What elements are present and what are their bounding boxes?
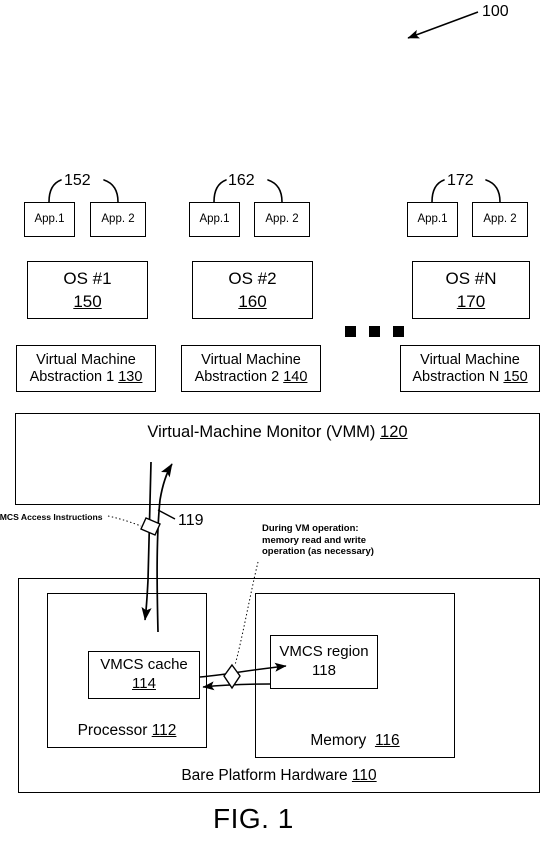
vm-abstraction-box-n: Virtual Machine Abstraction N 150 bbox=[400, 345, 540, 392]
vm-line2-text: Abstraction 2 bbox=[194, 369, 280, 385]
os-box-2: OS #2 160 bbox=[192, 261, 313, 319]
vmcs-cache-label: VMCS cache bbox=[100, 656, 188, 674]
vm-line2-text: Abstraction 1 bbox=[29, 369, 115, 385]
system-reference-label: 100 bbox=[482, 3, 509, 20]
os-name: OS #2 bbox=[228, 269, 277, 289]
hardware-label-text: Bare Platform Hardware bbox=[181, 766, 348, 784]
vmm-label: Virtual-Machine Monitor (VMM) 120 bbox=[147, 423, 407, 441]
app-bracket-ref-n: 172 bbox=[447, 172, 474, 189]
vmcs-cache-ref: 114 bbox=[132, 675, 156, 692]
processor-label-text: Processor bbox=[77, 721, 148, 739]
figure-caption: FIG. 1 bbox=[213, 803, 294, 834]
vm-abstraction-box-1: Virtual Machine Abstraction 1 130 bbox=[16, 345, 156, 392]
vm-ref: 130 bbox=[118, 369, 143, 385]
vm-line2: Abstraction 1 130 bbox=[30, 369, 143, 385]
app-box-1-1: App.1 bbox=[24, 202, 75, 237]
patent-figure-1: 100 152 App.1 App. 2 OS #1 150 Virtual M… bbox=[0, 0, 548, 847]
vmcs-region-box: VMCS region 118 bbox=[270, 635, 378, 689]
processor-label: Processor 112 bbox=[78, 722, 177, 739]
os-ref: 170 bbox=[456, 291, 486, 311]
vm-ref: 140 bbox=[283, 369, 308, 385]
os-ref: 150 bbox=[73, 291, 102, 311]
vmcs-access-ref-label: 119 bbox=[178, 512, 204, 529]
vmm-ref: 120 bbox=[380, 423, 408, 441]
hardware-ref: 110 bbox=[351, 766, 377, 784]
vmcs-access-ref-leader bbox=[157, 509, 176, 520]
vmcs-cache-box: VMCS cache 114 bbox=[88, 651, 200, 699]
app-label: App.1 bbox=[417, 213, 448, 226]
app-label: App.1 bbox=[34, 213, 65, 226]
vm-line1: Virtual Machine bbox=[201, 351, 301, 368]
processor-ref: 112 bbox=[151, 721, 177, 739]
hardware-label: Bare Platform Hardware 110 bbox=[181, 767, 376, 784]
memory-operation-note: During VM operation: memory read and wri… bbox=[262, 523, 374, 558]
vmm-label-text: Virtual-Machine Monitor (VMM) bbox=[147, 423, 376, 441]
ellipsis-dot bbox=[345, 326, 356, 337]
os-name: OS #N bbox=[445, 269, 497, 289]
system-lead-arrow bbox=[407, 11, 479, 39]
ellipsis-dots bbox=[345, 326, 404, 337]
vmcs-access-instructions-note: VMCS Access Instructions bbox=[0, 512, 103, 522]
vmcs-region-label: VMCS region bbox=[279, 643, 369, 661]
app-box-n-1: App.1 bbox=[407, 202, 458, 237]
vm-line2: Abstraction N 150 bbox=[412, 369, 527, 385]
app-label: App. 2 bbox=[483, 213, 517, 226]
vm-line1: Virtual Machine bbox=[36, 351, 136, 368]
vmcs-access-leader bbox=[107, 515, 142, 527]
memory-ref: 116 bbox=[374, 731, 400, 749]
vm-abstraction-box-2: Virtual Machine Abstraction 2 140 bbox=[181, 345, 321, 392]
app-bracket-ref-2: 162 bbox=[228, 172, 255, 189]
vm-line2-text: Abstraction N bbox=[412, 369, 500, 385]
app-label: App. 2 bbox=[265, 213, 299, 226]
os-name: OS #1 bbox=[63, 269, 112, 289]
app-box-n-2: App. 2 bbox=[472, 202, 528, 237]
app-box-2-1: App.1 bbox=[189, 202, 240, 237]
ellipsis-dot bbox=[369, 326, 380, 337]
vmm-box: Virtual-Machine Monitor (VMM) 120 bbox=[15, 413, 540, 505]
app-box-1-2: App. 2 bbox=[90, 202, 146, 237]
app-bracket-ref-1: 152 bbox=[64, 172, 91, 189]
app-label: App. 2 bbox=[101, 213, 135, 226]
vmcs-region-ref: 118 bbox=[312, 662, 336, 679]
os-box-1: OS #1 150 bbox=[27, 261, 148, 319]
vm-ref: 150 bbox=[503, 369, 528, 385]
app-label: App.1 bbox=[199, 213, 230, 226]
app-box-2-2: App. 2 bbox=[254, 202, 310, 237]
os-box-n: OS #N 170 bbox=[412, 261, 530, 319]
ellipsis-dot bbox=[393, 326, 404, 337]
memory-label: Memory 116 bbox=[310, 732, 399, 749]
os-ref: 160 bbox=[238, 291, 267, 311]
vm-line2: Abstraction 2 140 bbox=[195, 369, 308, 385]
vm-line1: Virtual Machine bbox=[420, 351, 520, 368]
memory-label-text: Memory bbox=[310, 731, 367, 749]
vmcs-access-diamond-node bbox=[140, 517, 161, 536]
